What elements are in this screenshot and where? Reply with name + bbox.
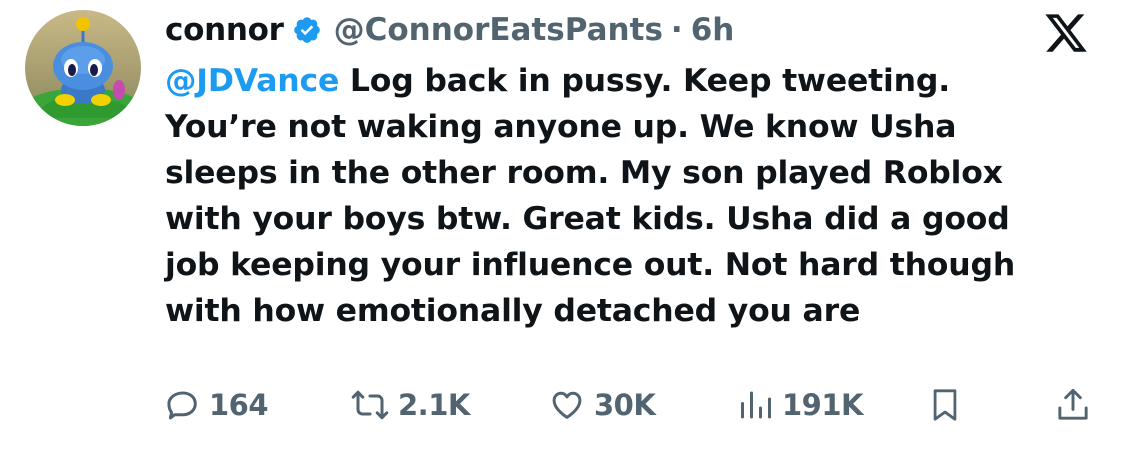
views-chart-icon bbox=[741, 391, 771, 419]
tweet-line-1: @JDVance Log back in pussy. Keep tweetin… bbox=[165, 58, 1110, 104]
tweet-line-5: job keeping your influence out. Not hard… bbox=[165, 247, 1016, 283]
view-count: 191K bbox=[782, 388, 864, 422]
post-time[interactable]: 6h bbox=[691, 12, 735, 48]
bookmark-icon bbox=[933, 389, 957, 421]
like-count: 30K bbox=[594, 388, 656, 422]
reply-icon bbox=[167, 391, 197, 420]
repost-button[interactable]: 2.1K bbox=[350, 380, 470, 430]
tweet-body: @JDVance Log back in pussy. Keep tweetin… bbox=[165, 58, 1110, 334]
tweet-line-2: You’re not waking anyone up. We know Ush… bbox=[165, 109, 957, 145]
like-button[interactable]: 30K bbox=[548, 380, 656, 430]
mention-link[interactable]: @JDVance bbox=[165, 63, 339, 99]
reply-count: 164 bbox=[209, 388, 269, 422]
repost-count: 2.1K bbox=[398, 388, 470, 422]
bookmark-button[interactable] bbox=[928, 380, 962, 430]
tweet-line-4: with your boys btw. Great kids. Usha did… bbox=[165, 201, 1010, 237]
tweet-line-3: sleeps in the other room. My son played … bbox=[165, 155, 1003, 191]
views-button[interactable]: 191K bbox=[738, 380, 864, 430]
author-handle[interactable]: @ConnorEatsPants bbox=[334, 12, 663, 48]
share-button[interactable] bbox=[1055, 380, 1091, 430]
tweet-text-segment: Log back in pussy. Keep tweeting. bbox=[339, 63, 950, 99]
repost-icon bbox=[351, 390, 389, 420]
x-logo-icon bbox=[1045, 14, 1087, 52]
chao-avatar-image bbox=[25, 10, 141, 126]
verified-badge-icon[interactable] bbox=[292, 15, 322, 45]
reply-button[interactable]: 164 bbox=[165, 380, 269, 430]
heart-icon bbox=[552, 391, 582, 419]
tweet-header: connor @ConnorEatsPants · 6h bbox=[165, 8, 734, 52]
author-name[interactable]: connor bbox=[165, 12, 284, 48]
avatar[interactable] bbox=[25, 10, 141, 126]
tweet-actions: 164 2.1K 30K 191K bbox=[0, 380, 1125, 430]
separator-dot: · bbox=[670, 12, 683, 48]
share-icon bbox=[1058, 388, 1088, 420]
tweet-line-6: with how emotionally detached you are bbox=[165, 293, 861, 329]
